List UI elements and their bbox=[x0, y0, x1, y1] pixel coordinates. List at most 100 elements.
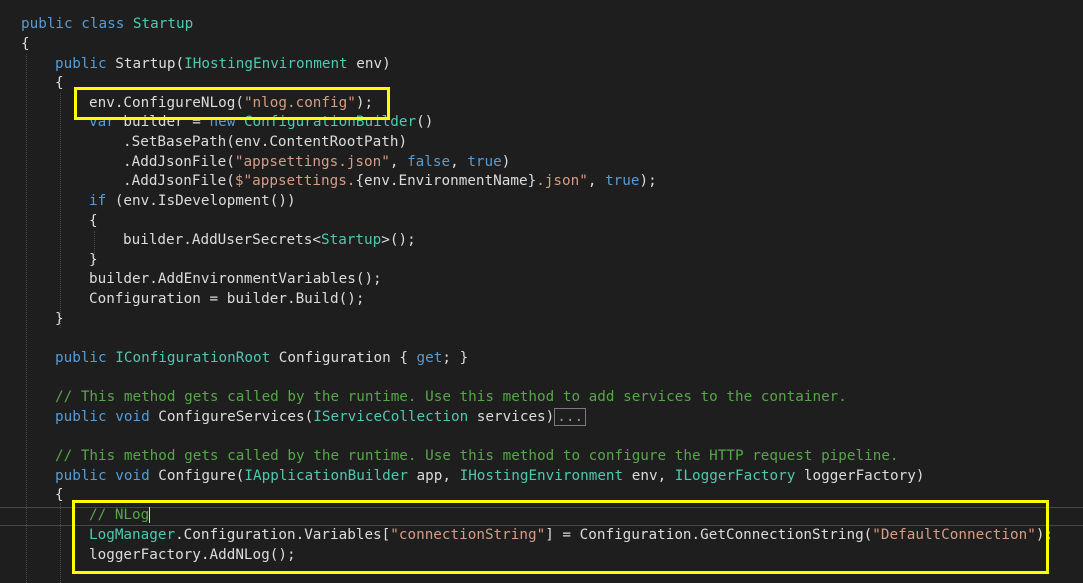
code-text: , bbox=[587, 173, 606, 189]
code-text: {env.EnvironmentName} bbox=[355, 173, 537, 189]
type-name: IHostingEnvironment bbox=[184, 56, 348, 72]
collapsed-region-button[interactable]: ... bbox=[554, 408, 587, 426]
type-name: Startup bbox=[132, 16, 194, 32]
code-line[interactable]: { bbox=[55, 74, 64, 94]
code-text: ; } bbox=[442, 350, 469, 366]
code-text: builder.AddEnvironmentVariables(); bbox=[89, 271, 382, 287]
code-line[interactable]: public Startup(IHostingEnvironment env) bbox=[55, 55, 391, 75]
code-text: loggerFactory) bbox=[795, 468, 925, 484]
code-line[interactable]: builder.AddEnvironmentVariables(); bbox=[89, 270, 382, 290]
code-text: Startup( bbox=[106, 56, 185, 72]
keyword: void bbox=[115, 468, 150, 484]
type-name: ConfigurationBuilder bbox=[243, 114, 417, 130]
code-text: ] = Configuration.GetConnectionString( bbox=[545, 527, 873, 543]
type-name: Startup bbox=[320, 232, 382, 248]
code-text: ConfigureServices( bbox=[149, 409, 314, 425]
string-literal: "nlog.config" bbox=[243, 95, 356, 111]
code-text: services) bbox=[468, 409, 555, 425]
code-comment[interactable]: // This method gets called by the runtim… bbox=[55, 388, 847, 408]
code-line[interactable]: } bbox=[55, 310, 64, 330]
code-editor[interactable]: public class Startup { public Startup(IH… bbox=[0, 0, 1083, 583]
keyword: void bbox=[115, 409, 150, 425]
keyword: var bbox=[89, 114, 115, 130]
current-line-indicator bbox=[0, 507, 1083, 526]
code-text: ); bbox=[1035, 527, 1054, 543]
indent-guide bbox=[60, 93, 61, 328]
type-name: IHostingEnvironment bbox=[459, 468, 624, 484]
keyword: class bbox=[81, 16, 125, 32]
code-line[interactable]: { bbox=[89, 212, 98, 232]
code-line[interactable]: // NLog bbox=[89, 506, 151, 526]
code-line[interactable]: Configuration = builder.Build(); bbox=[89, 290, 364, 310]
brace: { bbox=[55, 75, 64, 91]
comment-text: // NLog bbox=[89, 507, 150, 523]
keyword: false bbox=[407, 154, 451, 170]
brace: { bbox=[89, 213, 98, 229]
code-line[interactable]: { bbox=[21, 35, 30, 55]
text-caret bbox=[149, 507, 151, 523]
code-text: .Configuration.Variables[ bbox=[175, 527, 391, 543]
code-line[interactable]: public class Startup bbox=[21, 15, 193, 35]
keyword: public bbox=[55, 56, 107, 72]
code-text: .SetBasePath(env.ContentRootPath) bbox=[123, 134, 408, 150]
code-text: ); bbox=[639, 173, 657, 189]
type-name: ILoggerFactory bbox=[674, 468, 796, 484]
code-text: ) bbox=[501, 154, 511, 170]
comment-text: // This method gets called by the runtim… bbox=[55, 448, 899, 464]
code-text: env) bbox=[347, 56, 391, 72]
code-line[interactable]: if (env.IsDevelopment()) bbox=[89, 192, 296, 212]
keyword: public bbox=[55, 350, 107, 366]
code-text: builder = bbox=[114, 114, 210, 130]
string-literal: .json" bbox=[536, 173, 588, 189]
string-literal: "appsettings.json" bbox=[234, 154, 390, 170]
code-text: env.ConfigureNLog( bbox=[89, 95, 244, 111]
code-line[interactable]: builder.AddUserSecrets<Startup>(); bbox=[123, 231, 416, 251]
code-text: Configure( bbox=[149, 468, 245, 484]
code-text: env, bbox=[623, 468, 675, 484]
code-line[interactable]: env.ConfigureNLog("nlog.config"); bbox=[89, 94, 373, 114]
code-line[interactable]: public void ConfigureServices(IServiceCo… bbox=[55, 408, 587, 428]
code-line[interactable]: .AddJsonFile("appsettings.json", false, … bbox=[123, 153, 510, 173]
code-line[interactable]: .SetBasePath(env.ContentRootPath) bbox=[123, 133, 407, 153]
type-name: LogManager bbox=[89, 527, 176, 543]
code-line[interactable]: .AddJsonFile($"appsettings.{env.Environm… bbox=[123, 172, 657, 192]
code-text: (env.IsDevelopment()) bbox=[106, 193, 296, 209]
code-line[interactable]: { bbox=[55, 486, 64, 506]
keyword: public bbox=[55, 468, 107, 484]
code-comment[interactable]: // This method gets called by the runtim… bbox=[55, 447, 899, 467]
brace: } bbox=[55, 311, 64, 327]
code-line[interactable]: public IConfigurationRoot Configuration … bbox=[55, 349, 468, 369]
code-text: app, bbox=[407, 468, 460, 484]
keyword: public bbox=[55, 409, 107, 425]
code-line[interactable]: loggerFactory.AddNLog(); bbox=[89, 546, 296, 566]
type-name: IServiceCollection bbox=[313, 409, 469, 425]
code-text: Configuration { bbox=[270, 350, 417, 366]
indent-guide bbox=[26, 54, 27, 583]
code-text: () bbox=[416, 114, 434, 130]
brace: { bbox=[21, 36, 30, 52]
code-text: .AddJsonFile( bbox=[123, 154, 235, 170]
type-name: IApplicationBuilder bbox=[244, 468, 408, 484]
code-text: loggerFactory.AddNLog(); bbox=[89, 547, 296, 563]
code-line[interactable]: public void Configure(IApplicationBuilde… bbox=[55, 467, 924, 487]
brace: { bbox=[55, 487, 64, 503]
code-text: Configuration = builder.Build(); bbox=[89, 291, 365, 307]
keyword: new bbox=[209, 114, 236, 130]
keyword: public bbox=[21, 16, 73, 32]
code-line[interactable]: LogManager.Configuration.Variables["conn… bbox=[89, 526, 1053, 546]
keyword: true bbox=[467, 154, 502, 170]
string-literal: "connectionString" bbox=[390, 527, 546, 543]
code-line[interactable]: } bbox=[89, 251, 98, 271]
code-text: , bbox=[450, 154, 468, 170]
string-literal: "DefaultConnection" bbox=[872, 527, 1036, 543]
code-text: builder.AddUserSecrets< bbox=[123, 232, 321, 248]
keyword: if bbox=[89, 193, 107, 209]
string-literal: $"appsettings. bbox=[234, 173, 356, 189]
type-name: IConfigurationRoot bbox=[115, 350, 271, 366]
code-line[interactable]: var builder = new ConfigurationBuilder() bbox=[89, 113, 433, 133]
code-text: >(); bbox=[381, 232, 416, 248]
code-text: ); bbox=[355, 95, 374, 111]
keyword: true bbox=[605, 173, 640, 189]
comment-text: // This method gets called by the runtim… bbox=[55, 389, 847, 405]
code-text: .AddJsonFile( bbox=[123, 173, 235, 189]
